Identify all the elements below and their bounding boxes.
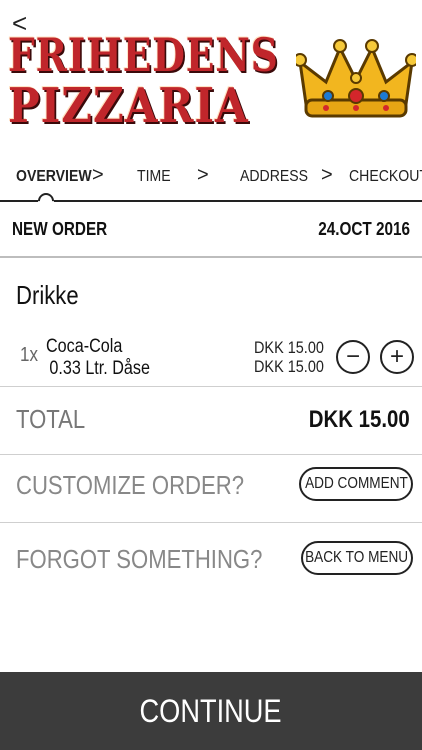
step-overview[interactable]: OVERVIEW xyxy=(16,168,92,186)
order-date: 24.OCT 2016 xyxy=(318,219,410,239)
step-address[interactable]: ADDRESS xyxy=(240,168,308,186)
logo-line1: FRIHEDENS xyxy=(8,28,279,82)
add-comment-label: ADD COMMENT xyxy=(304,475,408,492)
step-checkout[interactable]: CHECKOUT xyxy=(349,168,422,186)
checkout-steps: OVERVIEW > TIME > ADDRESS > CHECKOUT xyxy=(0,160,422,200)
order-title: NEW ORDER xyxy=(12,219,108,239)
divider xyxy=(0,386,422,387)
divider xyxy=(0,256,422,258)
forgot-something-label: FORGOT SOMETHING? xyxy=(16,544,263,574)
item-name: Coca-Cola 0.33 Ltr. Dåse xyxy=(46,336,150,380)
crown-icon xyxy=(296,39,416,118)
header: < FRIHEDENS PIZZARIA xyxy=(0,0,422,160)
increase-quantity-button[interactable]: + xyxy=(380,340,414,374)
continue-button[interactable]: CONTINUE xyxy=(0,672,422,750)
item-quantity: 1x xyxy=(20,344,38,366)
decrease-quantity-button[interactable]: − xyxy=(336,340,370,374)
customize-order-label: CUSTOMIZE ORDER? xyxy=(16,470,244,500)
logo-line2: PIZZARIA xyxy=(8,78,249,134)
total-label: TOTAL xyxy=(16,404,86,434)
add-comment-button[interactable]: ADD COMMENT xyxy=(299,467,413,501)
chevron-right-icon: > xyxy=(197,164,209,186)
total-value: DKK 15.00 xyxy=(309,406,410,433)
item-name-line1: Coca-Cola xyxy=(46,336,123,357)
order-header: NEW ORDER 24.OCT 2016 xyxy=(0,205,422,251)
chevron-right-icon: > xyxy=(92,164,104,186)
item-name-line2: 0.33 Ltr. Dåse xyxy=(49,358,150,379)
item-unit-price: DKK 15.00 xyxy=(254,338,324,357)
category-title: Drikke xyxy=(16,280,79,310)
step-time[interactable]: TIME xyxy=(137,168,171,186)
chevron-right-icon: > xyxy=(321,164,333,186)
continue-label: CONTINUE xyxy=(139,692,283,729)
divider xyxy=(0,454,422,455)
divider xyxy=(0,522,422,523)
back-to-menu-button[interactable]: BACK TO MENU xyxy=(301,541,413,575)
steps-divider xyxy=(0,200,422,202)
back-to-menu-label: BACK TO MENU xyxy=(305,549,409,566)
item-line-price: DKK 15.00 xyxy=(254,357,324,376)
item-prices: DKK 15.00 DKK 15.00 xyxy=(254,338,324,376)
